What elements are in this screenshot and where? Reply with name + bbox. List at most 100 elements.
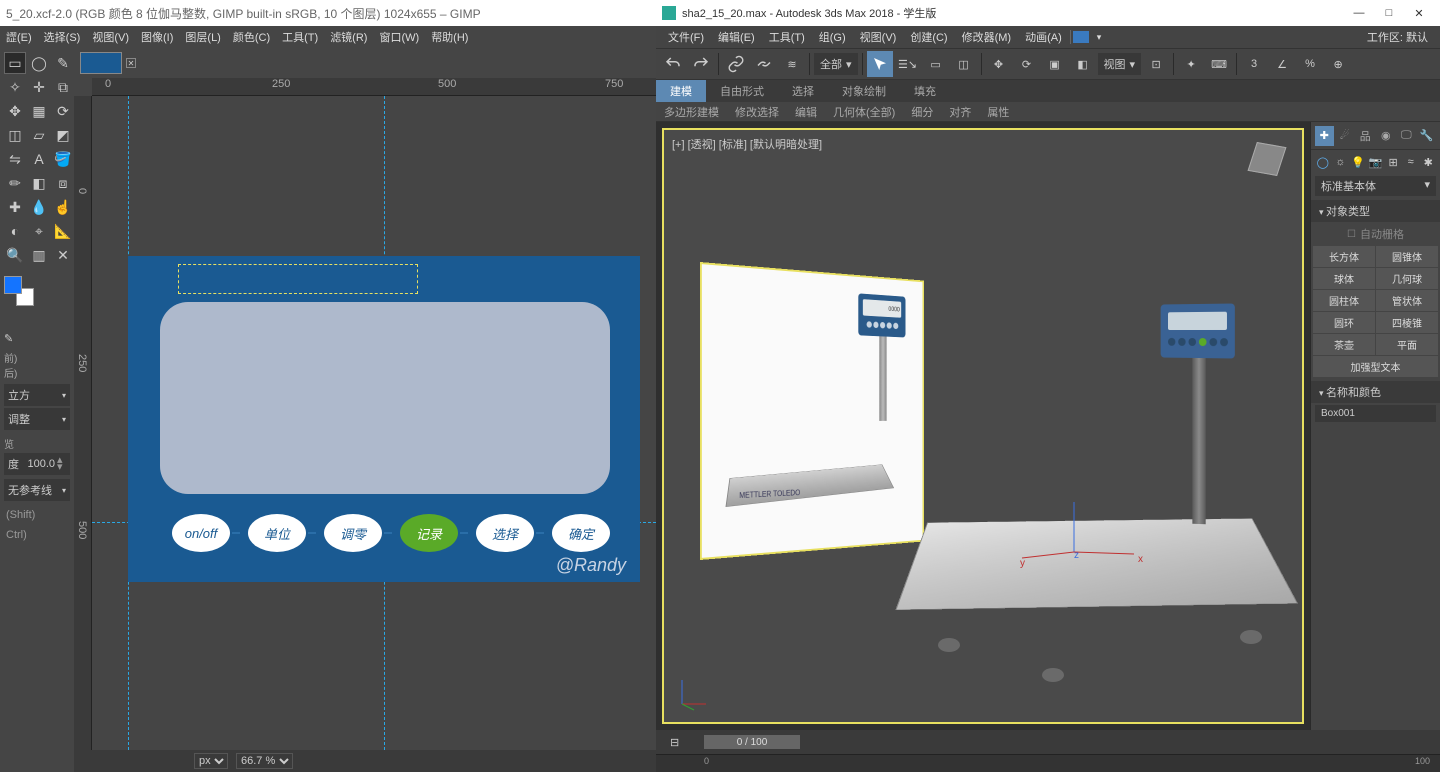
scale-button[interactable]: ▣	[1042, 51, 1068, 77]
tool-blur[interactable]: 💧	[28, 196, 50, 218]
snap-toggle[interactable]: 3	[1241, 51, 1267, 77]
menu-layer[interactable]: 图层(L)	[181, 27, 224, 47]
tool-rect-select[interactable]: ▭	[4, 52, 26, 74]
rotate-button[interactable]: ⟳	[1014, 51, 1040, 77]
btn-teapot[interactable]: 茶壶	[1313, 334, 1375, 355]
motion-tab-icon[interactable]: ◉	[1377, 126, 1396, 146]
select-window-crossing[interactable]: ◫	[951, 51, 977, 77]
tool-text[interactable]: A	[28, 148, 50, 170]
menu-colors[interactable]: 颜色(C)	[229, 27, 274, 47]
time-slider-bar[interactable]: ⊟ 0 / 100	[656, 730, 1440, 754]
selection-filter[interactable]: 全部▾	[814, 53, 858, 75]
rib2-geom[interactable]: 几何体(全部)	[825, 102, 903, 121]
modify-tab-icon[interactable]: ☄	[1336, 126, 1355, 146]
color-swatches[interactable]	[4, 276, 34, 306]
object-name-field[interactable]: Box001	[1315, 405, 1436, 422]
tool-eraser[interactable]: ◧	[28, 172, 50, 194]
cat-geometry-icon[interactable]: ◯	[1315, 153, 1331, 171]
rollout-name-color[interactable]: 名称和颜色	[1311, 381, 1440, 403]
ribbon-tab-selection[interactable]: 选择	[778, 80, 828, 102]
link-button[interactable]	[723, 51, 749, 77]
cat-systems-icon[interactable]: ✱	[1420, 153, 1436, 171]
cat-helpers-icon[interactable]: ⊞	[1385, 153, 1401, 171]
degree-value[interactable]	[19, 458, 55, 470]
unit-select[interactable]: px	[194, 753, 228, 769]
menu-modifiers[interactable]: 修改器(M)	[956, 27, 1018, 47]
select-region-rect[interactable]: ▭	[923, 51, 949, 77]
tool-measure[interactable]: 📐	[52, 220, 74, 242]
ribbon-tab-objpaint[interactable]: 对象绘制	[828, 80, 900, 102]
btn-torus[interactable]: 圆环	[1313, 312, 1375, 333]
time-slider[interactable]: 0 / 100	[704, 735, 800, 749]
utilities-tab-icon[interactable]: 🔧	[1418, 126, 1437, 146]
menu-image[interactable]: 图像(I)	[137, 27, 177, 47]
viewcube[interactable]	[1246, 140, 1288, 182]
opt-degree-input[interactable]: 度 ▴▾	[4, 453, 70, 475]
manipulate-button[interactable]: ✦	[1178, 51, 1204, 77]
btn-geosphere[interactable]: 几何球	[1376, 268, 1438, 289]
tool-fuzzy-select[interactable]: ✧	[4, 76, 26, 98]
select-name-button[interactable]: ☰↘	[895, 51, 921, 77]
rib2-polymodel[interactable]: 多边形建模	[656, 102, 727, 121]
tool-path[interactable]: ⌖	[28, 220, 50, 242]
tool-zoom[interactable]: 🔍	[4, 244, 26, 266]
tool-color-picker[interactable]: ✛	[28, 76, 50, 98]
percent-snap[interactable]: %	[1297, 51, 1323, 77]
cat-cameras-icon[interactable]: 📷	[1368, 153, 1384, 171]
tool-flip[interactable]: ⇋	[4, 148, 26, 170]
move-button[interactable]: ✥	[986, 51, 1012, 77]
viewport-label[interactable]: [+] [透视] [标准] [默认明暗处理]	[672, 136, 822, 152]
tool-perspective[interactable]: ◩	[52, 124, 74, 146]
create-tab-icon[interactable]: ✚	[1315, 126, 1334, 146]
undo-button[interactable]	[660, 51, 686, 77]
menu-view[interactable]: 视图(V)	[88, 27, 133, 47]
rib2-align[interactable]: 对齐	[941, 102, 979, 121]
minimize-button[interactable]: —	[1344, 3, 1374, 23]
placement-button[interactable]: ◧	[1070, 51, 1096, 77]
unlink-button[interactable]	[751, 51, 777, 77]
perspective-viewport[interactable]: [+] [透视] [标准] [默认明暗处理] 0000 METTLER TOLE…	[662, 128, 1304, 724]
angle-snap[interactable]: ∠	[1269, 51, 1295, 77]
gimp-canvas[interactable]: on/off 单位 调零 记录 选择 确定 @Randy	[92, 96, 656, 750]
close-button[interactable]: ✕	[1404, 3, 1434, 23]
tool-move[interactable]: ✥	[4, 100, 26, 122]
bind-button[interactable]: ≋	[779, 51, 805, 77]
menu-help[interactable]: 帮助(H)	[427, 27, 472, 47]
spinner-snap[interactable]: ⊕	[1325, 51, 1351, 77]
tool-gradient[interactable]: ▥	[28, 244, 50, 266]
image-thumbnail[interactable]	[80, 52, 122, 74]
rollout-object-type[interactable]: 对象类型	[1311, 200, 1440, 222]
hierarchy-tab-icon[interactable]: 品	[1356, 126, 1375, 146]
menu-file[interactable]: 文件(F)	[662, 27, 710, 47]
ribbon-tab-populate[interactable]: 填充	[900, 80, 950, 102]
tool-free-select[interactable]: ✎	[52, 52, 74, 74]
tool-heal[interactable]: ✚	[4, 196, 26, 218]
user-icon[interactable]	[1073, 31, 1089, 43]
opt-adjust-dropdown[interactable]: 调整▾	[4, 408, 70, 430]
cat-lights-icon[interactable]: 💡	[1350, 153, 1366, 171]
tool-rotate[interactable]: ⟳	[52, 100, 74, 122]
btn-textplus[interactable]: 加强型文本	[1313, 356, 1438, 377]
menu-edit[interactable]: 䜀(E)	[2, 27, 36, 47]
ruler-vertical[interactable]: 0 250 500	[74, 96, 92, 750]
spinner-icon[interactable]: ▴▾	[57, 457, 66, 471]
pivot-button[interactable]: ⊡	[1143, 51, 1169, 77]
btn-plane[interactable]: 平面	[1376, 334, 1438, 355]
tool-shear[interactable]: ▱	[28, 124, 50, 146]
keyboard-shortcut-button[interactable]: ⌨	[1206, 51, 1232, 77]
tool-align[interactable]: ▦	[28, 100, 50, 122]
tool-bucket[interactable]: 🪣	[52, 148, 74, 170]
menu-select[interactable]: 选择(S)	[40, 27, 85, 47]
menu-group[interactable]: 组(G)	[813, 27, 852, 47]
btn-box[interactable]: 长方体	[1313, 246, 1375, 267]
btn-cone[interactable]: 圆锥体	[1376, 246, 1438, 267]
menu-windows[interactable]: 窗口(W)	[375, 27, 423, 47]
cat-shapes-icon[interactable]: ☼	[1333, 153, 1349, 171]
menu-create[interactable]: 创建(C)	[904, 27, 953, 47]
tool-ellipse-select[interactable]: ◯	[28, 52, 50, 74]
btn-tube[interactable]: 管状体	[1376, 290, 1438, 311]
rib2-props[interactable]: 属性	[979, 102, 1017, 121]
category-dropdown[interactable]: 标准基本体▾	[1315, 176, 1436, 196]
tool-dodge[interactable]: ◐	[4, 220, 26, 242]
btn-cylinder[interactable]: 圆柱体	[1313, 290, 1375, 311]
